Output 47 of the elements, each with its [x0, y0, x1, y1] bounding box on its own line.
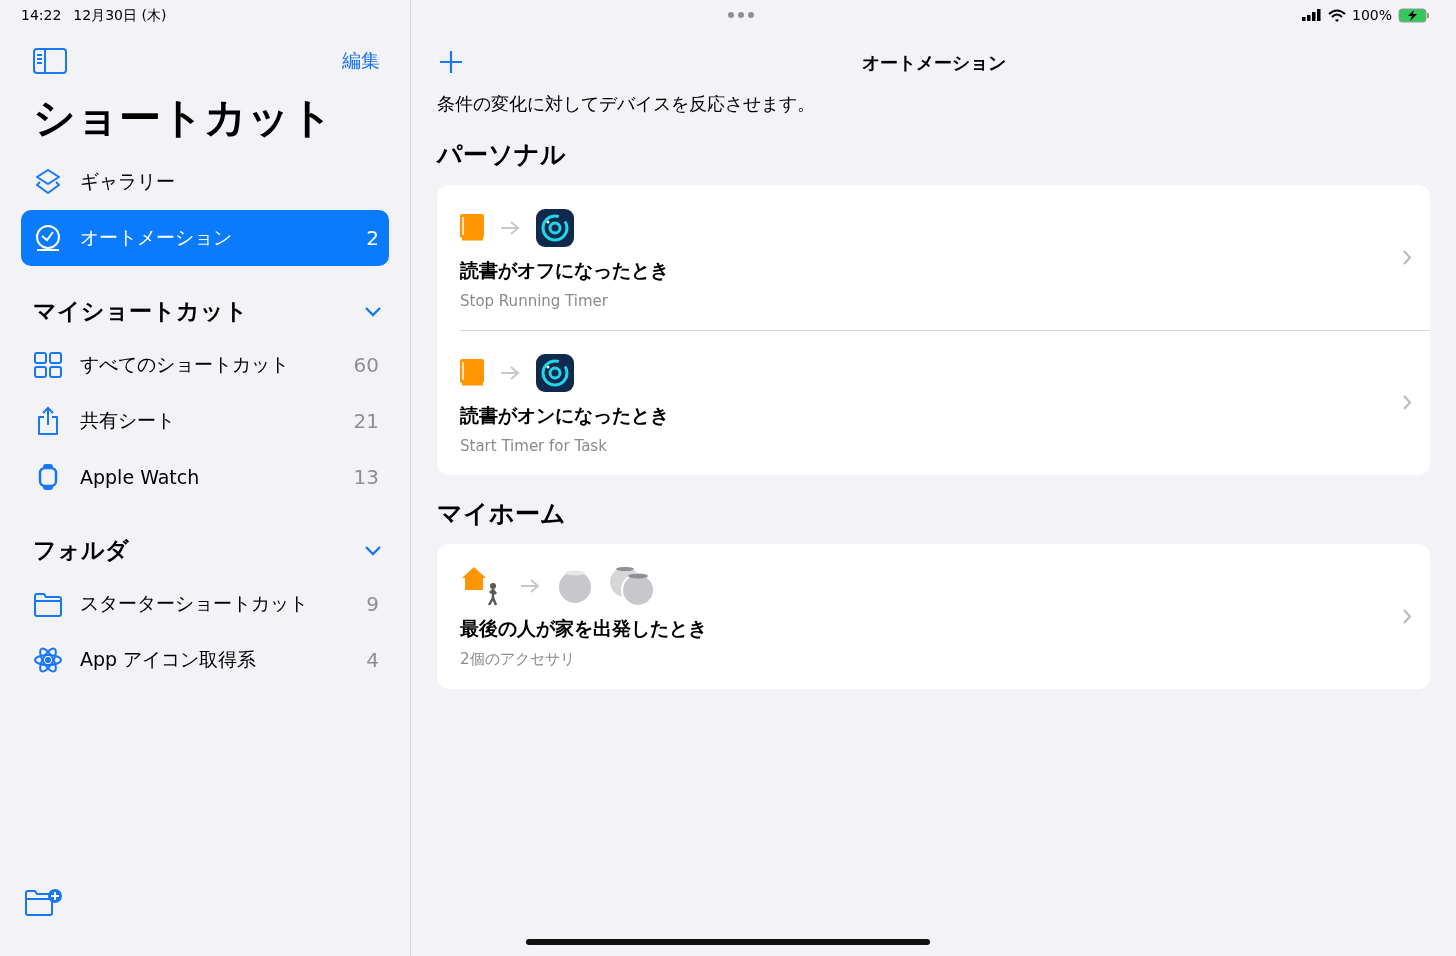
sidebar-item[interactable]: Apple Watch 13	[21, 449, 389, 505]
status-time: 14:22	[21, 7, 62, 25]
battery-percent: 100%	[1351, 7, 1392, 23]
group-header: マイホーム	[437, 498, 567, 530]
chevron-right-icon[interactable]	[1402, 608, 1412, 625]
speaker-icon	[556, 569, 594, 603]
sidebar-item[interactable]: App アイコン取得系 4	[21, 632, 389, 688]
clock-icon	[33, 223, 63, 253]
atom-icon	[33, 645, 63, 675]
chevron-right-icon[interactable]	[1402, 394, 1412, 411]
description-text: 条件の変化に対してデバイスを反応させます。	[437, 92, 816, 116]
battery-charging-icon	[1398, 7, 1430, 23]
automation-subtitle: Stop Running Timer	[460, 291, 609, 310]
wifi-icon	[1327, 8, 1346, 22]
sidebar-title: ショートカット	[33, 92, 334, 144]
arrow-icon	[500, 364, 520, 381]
sidebar-item[interactable]: すべてのショートカット 60	[21, 337, 389, 393]
sidebar-item[interactable]: スターターショートカット 9	[21, 576, 389, 632]
arrow-icon	[520, 578, 540, 594]
grid-icon	[33, 350, 63, 380]
section-header: フォルダ	[33, 536, 129, 565]
sidebar-item[interactable]: 共有シート 21	[21, 393, 389, 449]
timer-app-icon	[536, 353, 574, 392]
arrow-icon	[500, 219, 520, 236]
automation-title[interactable]: 読書がオンになったとき	[460, 402, 1402, 429]
sidebar-item[interactable]: ギャラリー	[21, 154, 389, 210]
more-dots-icon[interactable]	[727, 11, 755, 19]
automation-title[interactable]: 読書がオフになったとき	[460, 257, 1402, 284]
sidebar-item[interactable]: オートメーション 2	[21, 210, 389, 266]
automation-subtitle: 2個のアクセサリ	[460, 650, 576, 669]
book-icon	[460, 358, 484, 387]
automation-subtitle: Start Timer for Task	[460, 436, 608, 455]
group-header: パーソナル	[437, 139, 567, 171]
layers-icon	[33, 167, 63, 197]
chevron-icon[interactable]	[364, 544, 382, 557]
timer-app-icon	[536, 208, 574, 247]
signal-icon	[1301, 9, 1322, 21]
chevron-icon[interactable]	[364, 305, 382, 318]
section-header: マイショートカット	[33, 297, 248, 326]
new-folder-icon[interactable]	[25, 888, 63, 916]
chevron-right-icon[interactable]	[1402, 249, 1412, 266]
edit-button[interactable]: 編集	[342, 48, 380, 74]
sidebar-toggle-icon[interactable]	[33, 48, 67, 74]
status-date: 12月30日 (木)	[73, 7, 167, 25]
automation-title[interactable]: 最後の人が家を出発したとき	[460, 616, 1402, 642]
book-icon	[460, 213, 484, 242]
nav-title: オートメーション	[861, 51, 1006, 75]
